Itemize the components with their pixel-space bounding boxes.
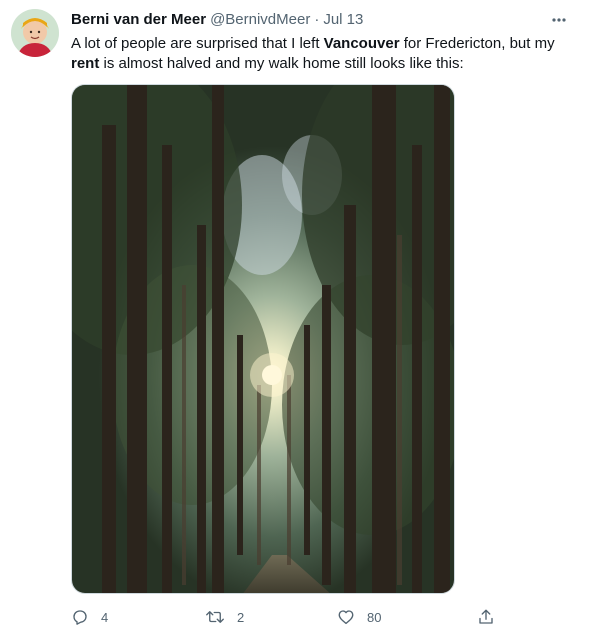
tweet-actions: 4 2 80	[71, 606, 501, 628]
more-options-button[interactable]	[547, 8, 571, 32]
share-icon	[479, 609, 493, 624]
tweet-text-bold: Vancouver	[323, 35, 400, 52]
more-horizontal-icon	[552, 18, 566, 22]
reply-count: 4	[101, 609, 109, 625]
author-name[interactable]: Berni van der Meer	[71, 10, 206, 30]
tweet-text-bold: rent	[71, 55, 100, 72]
avatar[interactable]	[11, 9, 59, 57]
forest-path-image	[72, 85, 454, 593]
avatar-image	[11, 9, 59, 57]
reply-icon	[73, 610, 87, 625]
tweet-text-part: for Fredericton, but my	[399, 35, 555, 52]
tweet-timestamp[interactable]: Jul 13	[323, 10, 363, 30]
reply-button[interactable]: 4	[71, 608, 108, 626]
retweet-count: 2	[237, 609, 245, 625]
tweet-card[interactable]: Berni van der Meer @BernivdMeer · Jul 13…	[0, 0, 592, 636]
tweet-text: A lot of people are surprised that I lef…	[71, 34, 563, 74]
author-handle[interactable]: @BernivdMeer	[210, 10, 310, 30]
tweet-text-part: A lot of people are surprised that I lef…	[71, 35, 324, 52]
like-button[interactable]: 80	[337, 608, 381, 626]
tweet-text-part: is almost halved and my walk home still …	[99, 55, 464, 72]
tweet-header: Berni van der Meer @BernivdMeer · Jul 13	[71, 10, 571, 30]
separator-dot: ·	[314, 11, 320, 28]
heart-icon	[338, 610, 354, 625]
like-count: 80	[367, 609, 382, 625]
tweet-photo[interactable]	[71, 84, 455, 594]
tweet-content: Berni van der Meer @BernivdMeer · Jul 13…	[71, 10, 571, 74]
retweet-icon	[206, 611, 224, 623]
retweet-button[interactable]: 2	[205, 608, 244, 626]
share-button[interactable]	[477, 608, 495, 626]
